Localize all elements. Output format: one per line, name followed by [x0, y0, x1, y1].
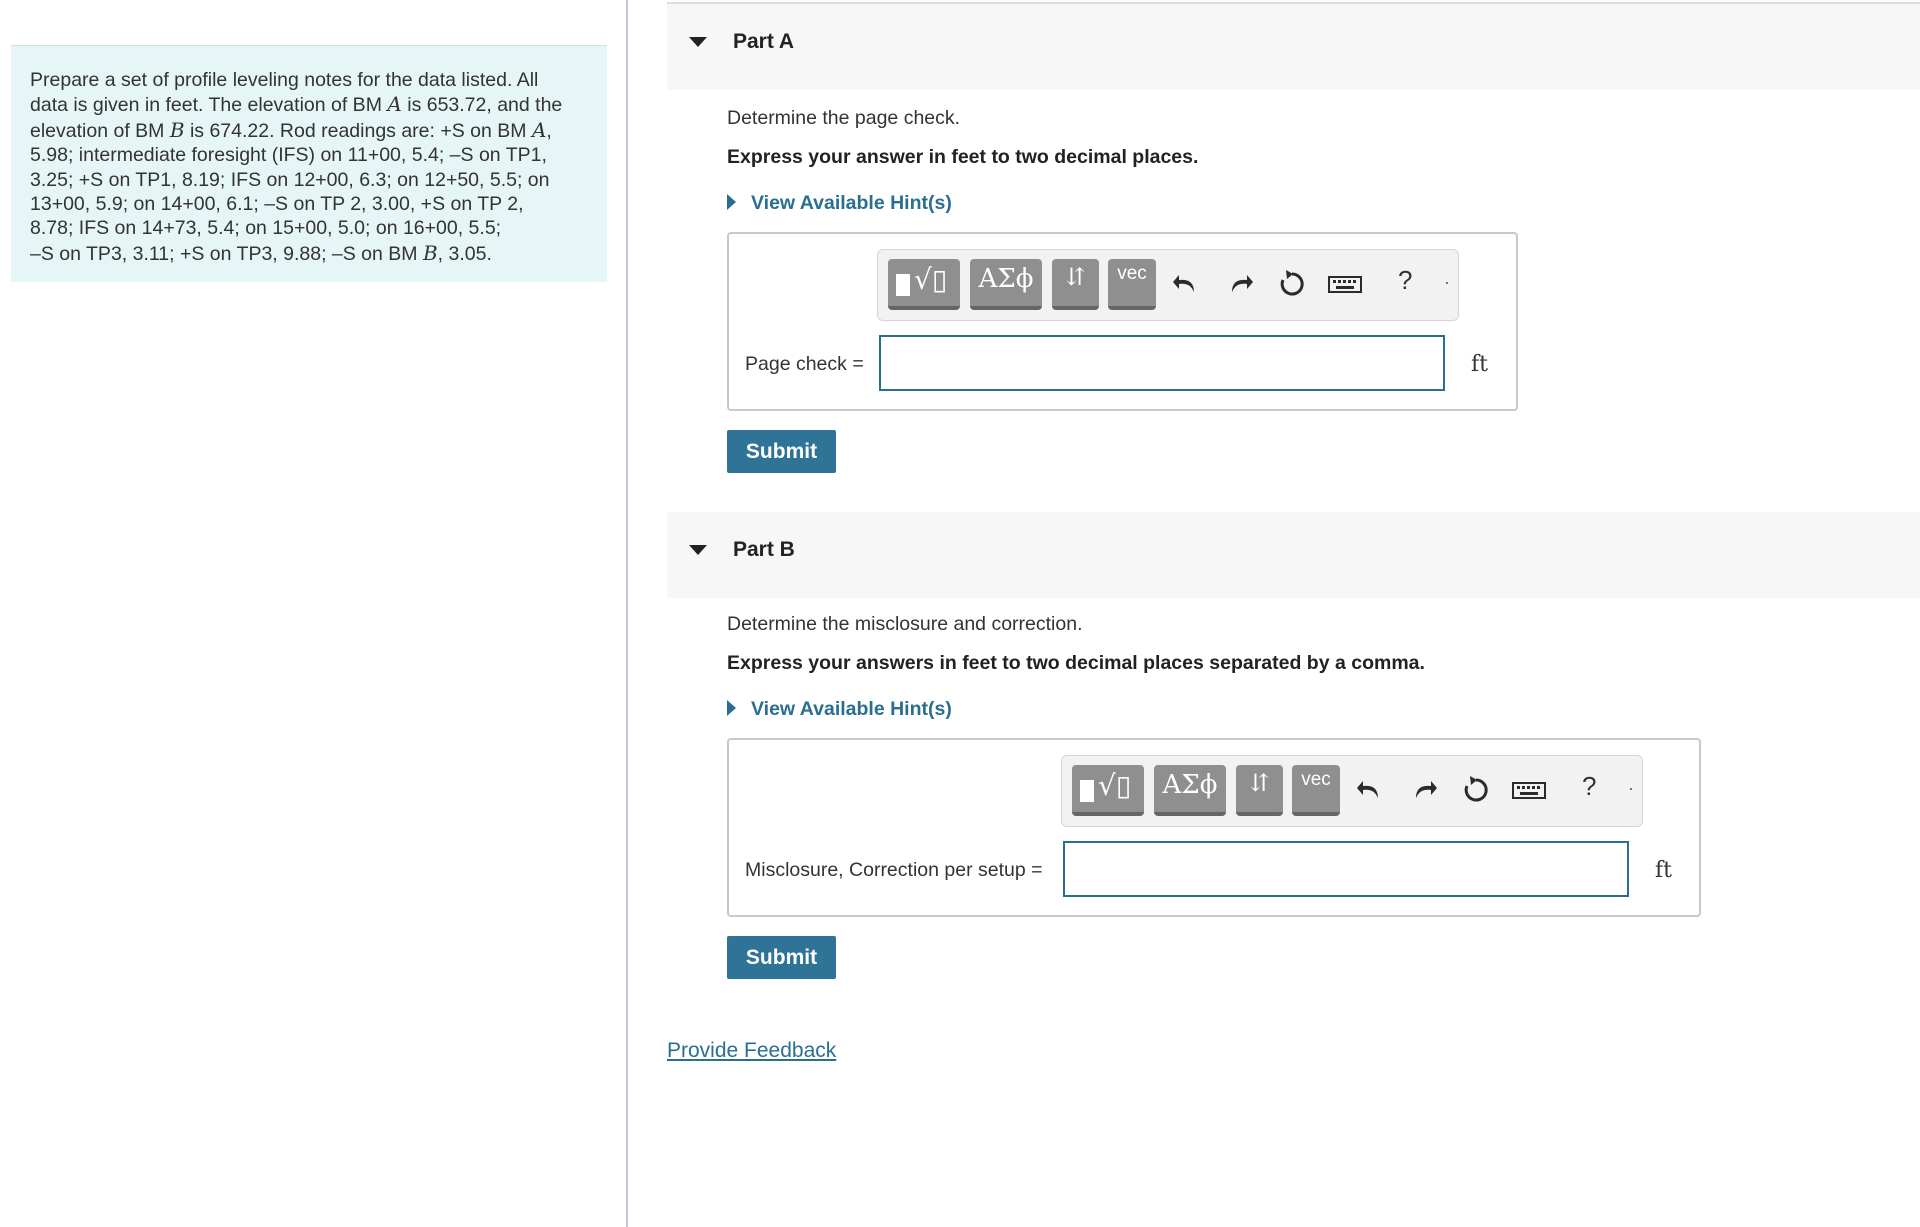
undo-icon[interactable]: [1354, 774, 1386, 806]
part-a-hint-label: View Available Hint(s): [751, 192, 952, 214]
math-toolbar: √▯ ΑΣϕ ⇵ vec ?: [877, 249, 1459, 321]
problem-text: elevation of BM: [30, 119, 170, 142]
problem-text: 13+00, 5.9; on 14+00, 6.1; –S on TP 2, 3…: [30, 193, 524, 216]
help-button[interactable]: ?: [1582, 771, 1596, 802]
misclosure-input[interactable]: [1063, 841, 1629, 897]
help-button[interactable]: ?: [1398, 265, 1412, 296]
placeholder-box-icon: [1080, 780, 1094, 802]
radical-icon: √▯: [914, 263, 948, 296]
part-b-submit-button[interactable]: Submit: [727, 936, 836, 979]
math-variable: A: [531, 117, 547, 142]
problem-text: , 3.05.: [437, 242, 492, 265]
part-b-answer-box: √▯ ΑΣϕ ⇵ vec ? Misclosure, Correction pe…: [727, 738, 1701, 917]
problem-statement: Prepare a set of profile leveling notes …: [11, 45, 607, 282]
templates-button[interactable]: √▯: [888, 259, 960, 310]
redo-icon[interactable]: [1408, 774, 1440, 806]
misclosure-unit: ft: [1655, 858, 1672, 883]
math-variable: A: [387, 92, 402, 117]
part-a-answer-box: √▯ ΑΣϕ ⇵ vec ? Page check = ft: [727, 232, 1518, 411]
problem-text: –S on TP3, 3.11; +S on TP3, 9.88; –S on …: [30, 242, 423, 265]
undo-icon[interactable]: [1170, 268, 1202, 300]
part-b-question: Determine the misclosure and correction.: [727, 613, 1083, 635]
page-check-unit: ft: [1471, 352, 1488, 377]
part-a-header[interactable]: Part A: [667, 2, 1920, 90]
math-variable: B: [422, 240, 438, 265]
problem-text: 8.78; IFS on 14+73, 5.4; on 15+00, 5.0; …: [30, 217, 502, 240]
part-b-hint-toggle[interactable]: View Available Hint(s): [727, 698, 952, 721]
misclosure-label: Misclosure, Correction per setup =: [745, 859, 1043, 881]
keyboard-icon[interactable]: [1510, 774, 1548, 806]
problem-line: 3.25; +S on TP1, 8.19; IFS on 12+00, 6.3…: [30, 168, 588, 192]
part-b-header[interactable]: Part B: [667, 512, 1920, 598]
arrows-button[interactable]: ⇵: [1236, 765, 1283, 816]
toolbar-more-dot: [1446, 282, 1448, 284]
part-a-hint-toggle[interactable]: View Available Hint(s): [727, 192, 952, 215]
page-check-input[interactable]: [879, 335, 1445, 391]
templates-button[interactable]: √▯: [1072, 765, 1144, 816]
expand-triangle-icon: [727, 700, 736, 716]
reset-icon[interactable]: [1276, 268, 1308, 300]
greek-symbols-button[interactable]: ΑΣϕ: [1154, 765, 1226, 816]
vector-button[interactable]: vec: [1108, 259, 1156, 310]
problem-line: 5.98; intermediate foresight (IFS) on 11…: [30, 143, 588, 167]
part-a-submit-button[interactable]: Submit: [727, 430, 836, 473]
part-b-instruction: Express your answers in feet to two deci…: [727, 652, 1425, 674]
problem-line: Prepare a set of profile leveling notes …: [30, 68, 588, 92]
main-content: Part A Determine the page check. Express…: [628, 0, 1920, 1227]
problem-text: Prepare a set of profile leveling notes …: [30, 69, 539, 91]
problem-line: 8.78; IFS on 14+73, 5.4; on 15+00, 5.0; …: [30, 216, 588, 240]
problem-line: data is given in feet. The elevation of …: [30, 92, 588, 117]
part-a-instruction: Express your answer in feet to two decim…: [727, 146, 1199, 168]
collapse-caret-icon[interactable]: [689, 37, 707, 47]
problem-text: 5.98; intermediate foresight (IFS) on 11…: [30, 144, 547, 167]
math-toolbar: √▯ ΑΣϕ ⇵ vec ?: [1061, 755, 1643, 827]
redo-icon[interactable]: [1224, 268, 1256, 300]
reset-icon[interactable]: [1460, 774, 1492, 806]
problem-text: is 674.22. Rod readings are: +S on BM: [184, 119, 532, 142]
part-a-question: Determine the page check.: [727, 107, 961, 129]
toolbar-more-dot: [1630, 788, 1632, 790]
provide-feedback-link[interactable]: Provide Feedback: [667, 1039, 836, 1063]
problem-panel: Prepare a set of profile leveling notes …: [0, 0, 626, 1227]
part-a-title: Part A: [733, 30, 795, 53]
collapse-caret-icon[interactable]: [689, 545, 707, 555]
keyboard-icon[interactable]: [1326, 268, 1364, 300]
part-b-title: Part B: [733, 538, 795, 561]
problem-text: ,: [546, 119, 552, 142]
problem-text: data is given in feet. The elevation of …: [30, 94, 388, 117]
math-variable: B: [169, 117, 185, 142]
expand-triangle-icon: [727, 194, 736, 210]
part-b-hint-label: View Available Hint(s): [751, 698, 952, 720]
radical-icon: √▯: [1098, 769, 1132, 802]
problem-line: elevation of BM B is 674.22. Rod reading…: [30, 118, 588, 143]
placeholder-box-icon: [896, 274, 910, 296]
greek-symbols-button[interactable]: ΑΣϕ: [970, 259, 1042, 310]
problem-line: –S on TP3, 3.11; +S on TP3, 9.88; –S on …: [30, 241, 588, 266]
problem-text: 3.25; +S on TP1, 8.19; IFS on 12+00, 6.3…: [30, 168, 550, 191]
problem-text: is 653.72, and the: [401, 94, 563, 117]
problem-line: 13+00, 5.9; on 14+00, 6.1; –S on TP 2, 3…: [30, 192, 588, 216]
arrows-button[interactable]: ⇵: [1052, 259, 1099, 310]
vector-button[interactable]: vec: [1292, 765, 1340, 816]
page-check-label: Page check =: [745, 353, 864, 375]
